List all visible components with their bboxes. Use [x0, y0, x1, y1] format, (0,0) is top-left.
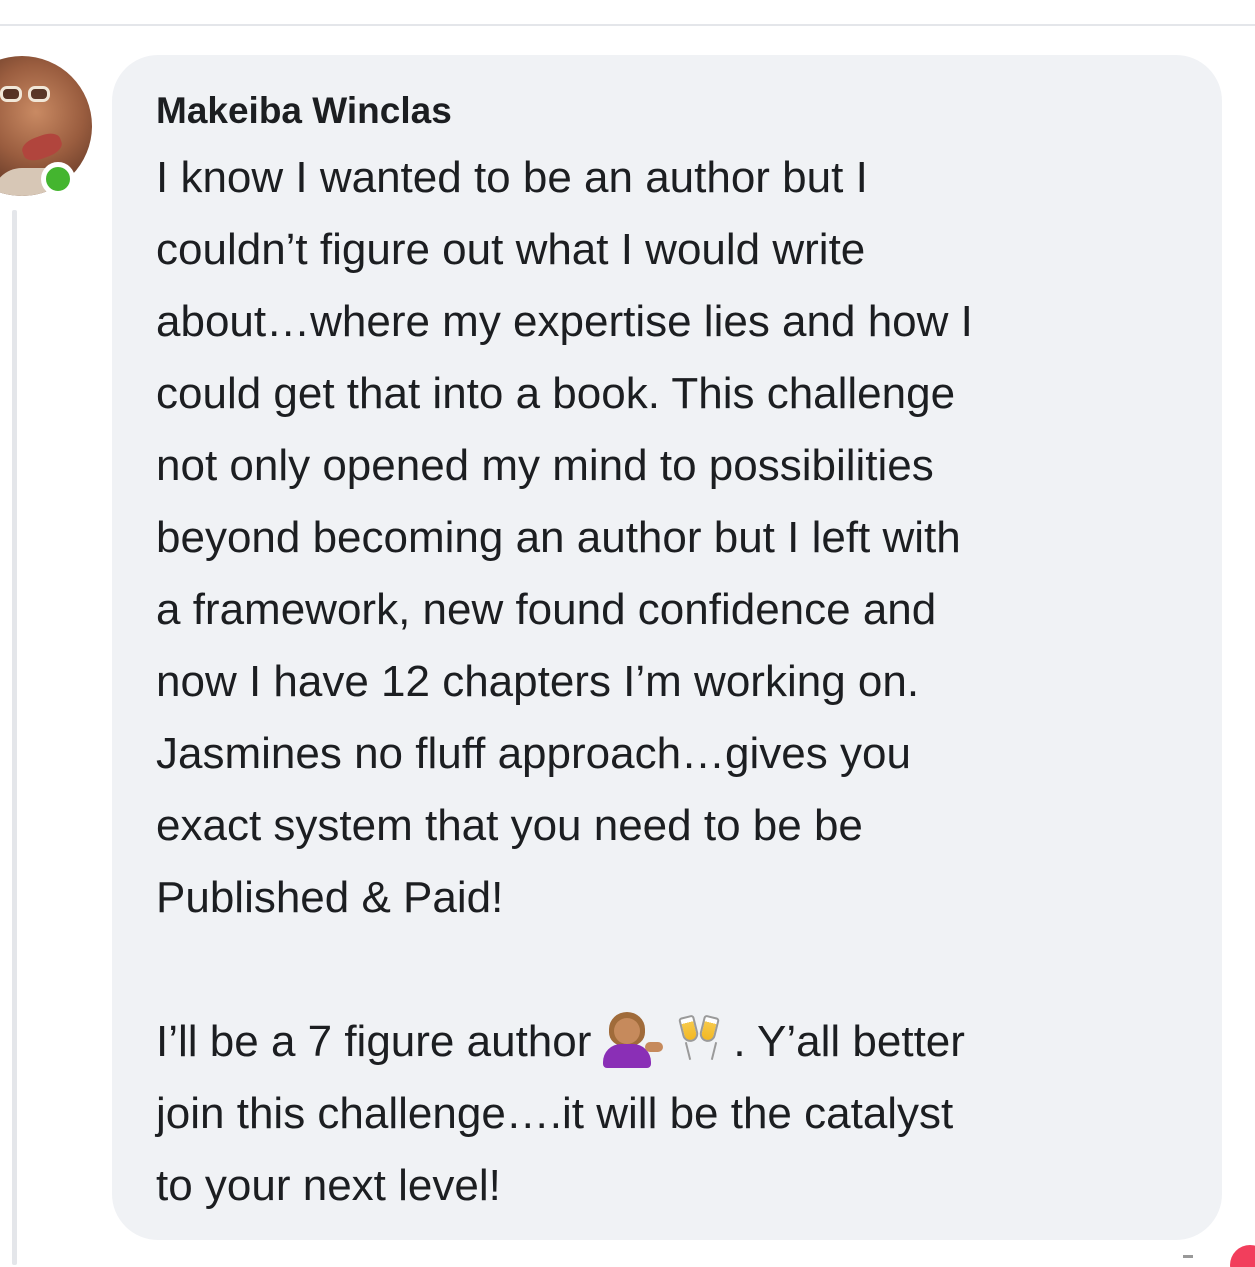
woman-tipping-hand-emoji-icon	[599, 1012, 665, 1069]
comment-line: join this challenge….it will be the cata…	[156, 1089, 954, 1138]
clinking-glasses-emoji-icon	[677, 1012, 727, 1068]
comment-line: to your next level!	[156, 1161, 501, 1210]
comment-line: about…where my expertise lies and how I	[156, 297, 973, 346]
comment-line: I know I wanted to be an author but I	[156, 153, 868, 202]
comment-line: I’ll be a 7 figure author . Y’all better	[156, 1006, 1206, 1078]
comment-line: could get that into a book. This challen…	[156, 369, 956, 418]
comment-text: I know I wanted to be an author but I co…	[156, 142, 1206, 1222]
top-divider	[0, 24, 1255, 26]
comment-line: exact system that you need to be be	[156, 801, 863, 850]
comment-author-name[interactable]: Makeiba Winclas	[156, 88, 452, 134]
divider-mark	[1183, 1255, 1193, 1258]
reaction-icon[interactable]	[1230, 1245, 1255, 1267]
scarf-graphic	[19, 129, 65, 165]
sunglasses-graphic	[0, 86, 54, 104]
comment-line: couldn’t figure out what I would write	[156, 225, 866, 274]
comment-line: beyond becoming an author but I left wit…	[156, 513, 961, 562]
comment-line: Published & Paid!	[156, 873, 504, 922]
closing-text-start: I’ll be a 7 figure author	[156, 1017, 592, 1066]
comment-line: a framework, new found confidence and	[156, 585, 937, 634]
comment-line: Jasmines no fluff approach…gives you	[156, 729, 911, 778]
comment-line: not only opened my mind to possibilities	[156, 441, 934, 490]
comment-line: now I have 12 chapters I’m working on.	[156, 657, 920, 706]
online-status-icon	[41, 162, 75, 196]
thread-line	[12, 210, 17, 1265]
closing-text-end: . Y’all better	[733, 1017, 965, 1066]
